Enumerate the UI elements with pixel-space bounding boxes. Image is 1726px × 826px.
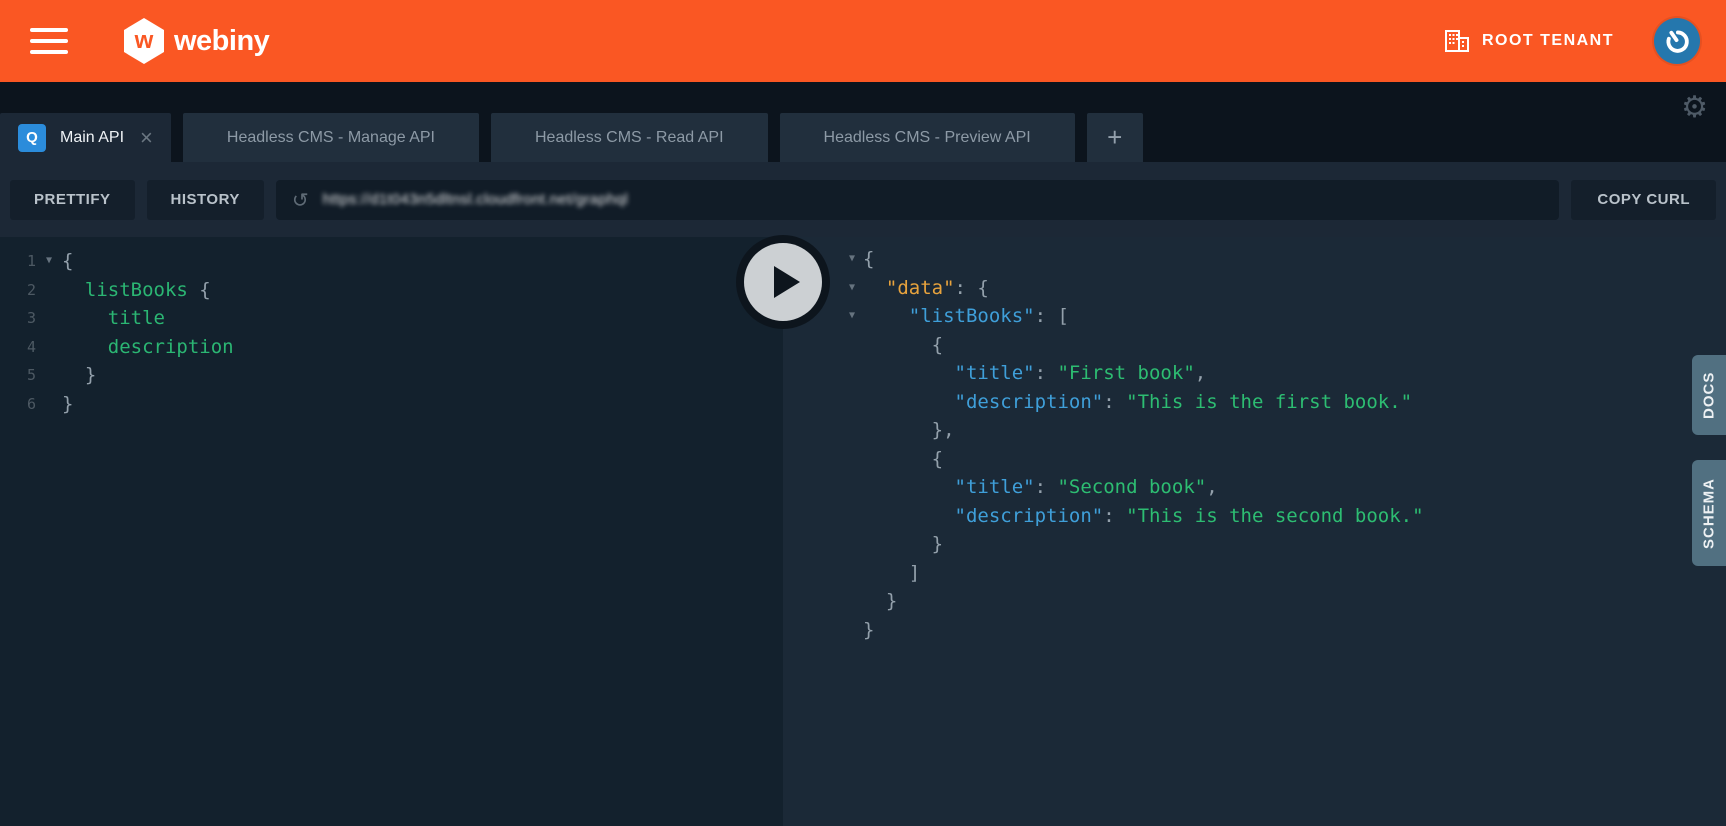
fold-spacer: [841, 616, 863, 645]
query-line: 5 }: [0, 361, 783, 390]
fold-spacer: [841, 502, 863, 531]
building-icon: [1444, 29, 1470, 53]
result-line: ▼ "listBooks": [: [783, 302, 1726, 331]
webiny-logo[interactable]: w webiny: [124, 18, 269, 64]
tab-headless-cms-read-api[interactable]: Headless CMS - Read API: [491, 113, 768, 162]
endpoint-url-input[interactable]: ↺ https://d1t043n5dltnsl.cloudfront.net/…: [276, 180, 1560, 220]
fold-spacer: [841, 473, 863, 502]
fold-arrow-icon[interactable]: ▼: [841, 245, 863, 274]
line-number: 2: [14, 276, 36, 305]
fold-spacer: [841, 587, 863, 616]
menu-icon[interactable]: [30, 28, 68, 54]
fold-spacer: [36, 276, 62, 305]
result-line: ▼{: [783, 245, 1726, 274]
result-line: },: [783, 416, 1726, 445]
tenant-selector[interactable]: ROOT TENANT: [1444, 29, 1614, 53]
fold-spacer: [841, 359, 863, 388]
query-editor[interactable]: 1▼{2 listBooks {3 title4 description5 }6…: [0, 237, 783, 826]
fold-spacer: [841, 388, 863, 417]
plus-icon: +: [1107, 122, 1122, 153]
tab-label: Headless CMS - Manage API: [227, 129, 435, 147]
tab-label: Main API: [60, 129, 124, 147]
fold-spacer: [841, 559, 863, 588]
fold-arrow-icon[interactable]: ▼: [841, 302, 863, 331]
fold-spacer: [36, 390, 62, 419]
query-line: 1▼{: [0, 247, 783, 276]
brand-wordmark: webiny: [174, 25, 269, 58]
schema-side-tab[interactable]: SCHEMA: [1692, 460, 1726, 566]
result-line: "title": "Second book",: [783, 473, 1726, 502]
line-number: 6: [14, 390, 36, 419]
tab-headless-cms-preview-api[interactable]: Headless CMS - Preview API: [780, 113, 1075, 162]
docs-side-tab[interactable]: DOCS: [1692, 355, 1726, 435]
webiny-hexagon-icon: w: [124, 18, 164, 64]
close-tab-icon[interactable]: ×: [140, 127, 153, 149]
query-line: 4 description: [0, 333, 783, 362]
fold-spacer: [36, 333, 62, 362]
play-button-inner: [744, 243, 822, 321]
avatar[interactable]: [1654, 18, 1700, 64]
result-line: }: [783, 616, 1726, 645]
result-line: "title": "First book",: [783, 359, 1726, 388]
result-line: ]: [783, 559, 1726, 588]
add-tab-button[interactable]: +: [1087, 113, 1143, 162]
result-line: }: [783, 530, 1726, 559]
copy-curl-button[interactable]: COPY CURL: [1571, 180, 1716, 220]
power-icon: [1658, 22, 1696, 60]
query-line: 2 listBooks {: [0, 276, 783, 305]
fold-spacer: [36, 304, 62, 333]
tab-main-api[interactable]: Q Main API ×: [0, 113, 171, 162]
result-line: "description": "This is the second book.…: [783, 502, 1726, 531]
fold-spacer: [841, 416, 863, 445]
line-number: 3: [14, 304, 36, 333]
result-line: ▼ "data": {: [783, 274, 1726, 303]
graphiql-toolbar: PRETTIFY HISTORY ↺ https://d1t043n5dltns…: [0, 162, 1726, 237]
tenant-label: ROOT TENANT: [1482, 32, 1614, 50]
query-line: 3 title: [0, 304, 783, 333]
play-icon: [774, 266, 800, 298]
tab-headless-cms-manage-api[interactable]: Headless CMS - Manage API: [183, 113, 479, 162]
result-line: "description": "This is the first book.": [783, 388, 1726, 417]
editors-split: 1▼{2 listBooks {3 title4 description5 }6…: [0, 237, 1726, 826]
app-header: w webiny ROOT TENANT: [0, 0, 1726, 82]
query-line: 6}: [0, 390, 783, 419]
query-badge: Q: [18, 124, 46, 152]
history-button[interactable]: HISTORY: [147, 180, 264, 220]
result-line: {: [783, 445, 1726, 474]
fold-spacer: [841, 331, 863, 360]
result-line: {: [783, 331, 1726, 360]
line-number: 1: [14, 247, 36, 276]
fold-spacer: [841, 445, 863, 474]
execute-query-button[interactable]: [736, 235, 830, 329]
endpoint-url: https://d1t043n5dltnsl.cloudfront.net/gr…: [323, 191, 628, 208]
tab-label: Headless CMS - Read API: [535, 129, 724, 147]
prettify-button[interactable]: PRETTIFY: [10, 180, 135, 220]
result-line: }: [783, 587, 1726, 616]
line-number: 5: [14, 361, 36, 390]
fold-arrow-icon[interactable]: ▼: [36, 247, 62, 276]
fold-spacer: [36, 361, 62, 390]
result-viewer[interactable]: ▼{▼ "data": {▼ "listBooks": [ { "title":…: [783, 237, 1726, 826]
line-number: 4: [14, 333, 36, 362]
logo-initial: w: [135, 27, 154, 55]
undo-icon: ↺: [292, 188, 309, 212]
fold-spacer: [841, 530, 863, 559]
fold-arrow-icon[interactable]: ▼: [841, 274, 863, 303]
api-tabs-bar: Q Main API × Headless CMS - Manage API H…: [0, 82, 1726, 162]
tab-label: Headless CMS - Preview API: [824, 129, 1031, 147]
gear-icon[interactable]: ⚙: [1681, 90, 1708, 125]
